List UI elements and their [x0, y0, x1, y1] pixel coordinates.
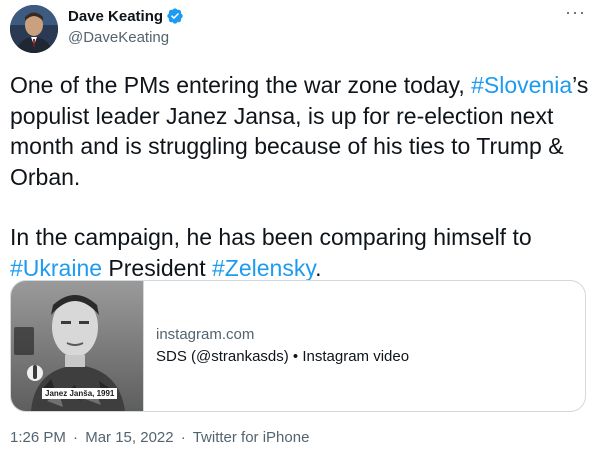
- tweet-date[interactable]: Mar 15, 2022: [85, 429, 173, 446]
- tweet-paragraph-1: One of the PMs entering the war zone tod…: [10, 70, 590, 192]
- meta-separator: ·: [73, 429, 79, 446]
- tweet-paragraph-2: In the campaign, he has been comparing h…: [10, 222, 590, 283]
- author-name[interactable]: Dave Keating: [68, 8, 163, 25]
- tweet-text-segment: In the campaign, he has been comparing h…: [10, 224, 532, 250]
- tweet-text-segment: One of the PMs entering the war zone tod…: [10, 72, 472, 98]
- card-thumbnail: Janez Janša, 1991: [11, 281, 143, 411]
- card-domain: instagram.com: [156, 326, 255, 343]
- link-preview-card[interactable]: Janez Janša, 1991 instagram.com SDS (@st…: [10, 280, 586, 412]
- card-info: instagram.com SDS (@strankasds) • Instag…: [143, 281, 585, 411]
- author-handle[interactable]: @DaveKeating: [68, 29, 184, 46]
- tweet: Dave Keating @DaveKeating ··· One of the…: [0, 0, 600, 462]
- hashtag-zelensky[interactable]: #Zelensky: [212, 255, 315, 281]
- avatar[interactable]: [10, 5, 58, 53]
- tweet-text: One of the PMs entering the war zone tod…: [10, 70, 590, 283]
- hashtag-slovenia[interactable]: #Slovenia: [471, 72, 572, 98]
- author-block: Dave Keating @DaveKeating: [68, 6, 184, 46]
- tweet-time[interactable]: 1:26 PM: [10, 429, 66, 446]
- card-description: SDS (@strankasds) • Instagram video: [156, 348, 410, 365]
- meta-separator: ·: [180, 429, 186, 446]
- tweet-meta: 1:26 PM · Mar 15, 2022 · Twitter for iPh…: [10, 429, 309, 446]
- thumbnail-caption: Janez Janša, 1991: [42, 388, 118, 399]
- tweet-text-segment: .: [315, 254, 322, 281]
- tweet-source[interactable]: Twitter for iPhone: [193, 429, 310, 446]
- more-options-icon[interactable]: ···: [565, 3, 586, 21]
- tweet-text-segment: President: [102, 254, 212, 281]
- hashtag-ukraine[interactable]: #Ukraine: [10, 255, 102, 281]
- verified-badge-icon: [166, 7, 184, 25]
